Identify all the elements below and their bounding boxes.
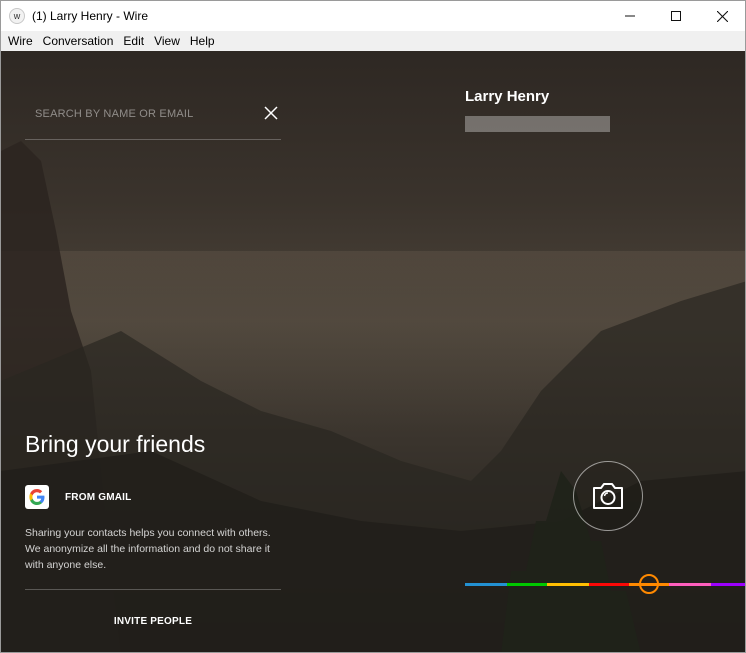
change-picture-button[interactable] (573, 461, 643, 531)
menu-view[interactable]: View (149, 31, 185, 51)
main-content: Bring your friends FROM GMAIL Sharing yo… (1, 51, 745, 652)
accent-color-red[interactable] (589, 583, 629, 586)
app-window: w (1) Larry Henry - Wire Wire Conversati… (0, 0, 746, 653)
menu-conversation[interactable]: Conversation (38, 31, 119, 51)
search-input[interactable] (33, 103, 247, 125)
invite-people-button[interactable]: INVITE PEOPLE (25, 609, 281, 633)
title-bar: w (1) Larry Henry - Wire (1, 1, 745, 31)
close-icon[interactable] (261, 103, 281, 123)
accent-selected-thumb[interactable] (639, 574, 659, 594)
menu-edit[interactable]: Edit (118, 31, 149, 51)
wire-app-icon: w (9, 8, 25, 24)
menu-wire[interactable]: Wire (3, 31, 38, 51)
accent-color-blue[interactable] (465, 583, 507, 586)
window-title: (1) Larry Henry - Wire (32, 9, 149, 23)
minimize-icon (625, 15, 635, 17)
close-icon (716, 10, 728, 22)
minimize-button[interactable] (607, 1, 653, 31)
window-controls (607, 1, 745, 31)
accent-color-picker[interactable] (465, 573, 745, 597)
accent-color-pink[interactable] (669, 583, 711, 586)
maximize-icon (671, 11, 681, 21)
from-gmail-label: FROM GMAIL (65, 491, 132, 503)
import-from-gmail-button[interactable]: FROM GMAIL (25, 485, 281, 509)
google-icon (25, 485, 49, 509)
invite-heading: Bring your friends (25, 431, 206, 457)
menu-bar: Wire Conversation Edit View Help (1, 31, 745, 51)
divider (25, 589, 281, 590)
maximize-button[interactable] (653, 1, 699, 31)
accent-color-yellow[interactable] (547, 583, 589, 586)
accent-color-purple[interactable] (711, 583, 745, 586)
accent-color-green[interactable] (507, 583, 547, 586)
search-bar (25, 89, 281, 140)
redacted-username (465, 116, 610, 132)
close-window-button[interactable] (699, 1, 745, 31)
menu-help[interactable]: Help (185, 31, 220, 51)
privacy-notice: Sharing your contacts helps you connect … (25, 527, 271, 571)
profile-name: Larry Henry (465, 88, 550, 105)
camera-icon (593, 483, 623, 509)
